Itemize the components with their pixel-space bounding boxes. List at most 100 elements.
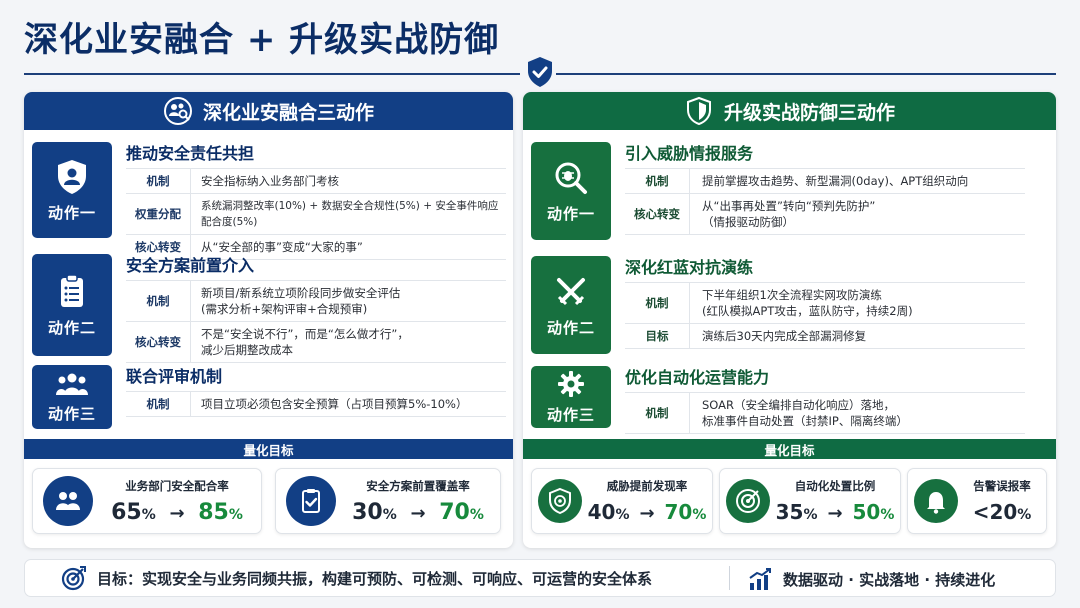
row-key: 核心转变 [135, 335, 181, 349]
metric-unit: % [692, 507, 707, 523]
metric-to: 50 [852, 500, 881, 524]
table-row: 机制 SOAR（安全编排自动化响应）落地， 标准事件自动处置（封禁IP、隔离终端… [625, 392, 1025, 434]
left-panel-title: 深化业安融合三动作 [202, 101, 374, 124]
arrow-right-icon: → [410, 502, 426, 524]
footer-goal: 目标：实现安全与业务同频共振，构建可预防、可检测、可响应、可运营的安全体系 [61, 565, 652, 591]
metric-unit: % [880, 507, 895, 523]
right-action-2-badge-label: 动作二 [546, 318, 595, 337]
row-key: 机制 [146, 294, 170, 308]
left-metrics-title: 量化目标 [24, 439, 513, 459]
page-title: 深化业安融合 + 升级实战防御 [24, 20, 500, 60]
table-row: 机制 下半年组织1次全流程实网攻防演练 (红队模拟APT攻击，蓝队防守，持续2周… [625, 282, 1025, 323]
table-row: 目标 演练后30天内完成全部漏洞修复 [625, 323, 1025, 349]
metric-from: 65 [111, 499, 142, 525]
metric-to: 85 [198, 499, 229, 525]
table-row: 核心转变 不是“安全说不行”，而是“怎么做才行”， 减少后期整改成本 [126, 321, 506, 363]
footer: 目标：实现安全与业务同频共振，构建可预防、可检测、可响应、可运营的安全体系 数据… [24, 559, 1056, 597]
table-row: 机制 项目立项必须包含安全预算（占项目预算5%-10%） [126, 391, 506, 417]
footer-motto: 数据驱动 · 实战落地 · 持续进化 [747, 560, 995, 598]
right-action-3: 动作三 优化自动化运营能力 机制 SOAR（安全编排自动化响应）落地， 标准事件… [531, 366, 1025, 434]
row-value: 新项目/新系统立项阶段同步做安全评估 (需求分析+架构评审+合规预审) [190, 281, 406, 321]
metric-unit: % [615, 507, 630, 523]
right-action-2-badge: 动作二 [531, 256, 611, 354]
metric-unit: % [228, 506, 243, 523]
right-action-1-body: 引入威胁情报服务 机制 提前掌握攻击趋势、新型漏洞(0day)、APT组织动向 … [625, 142, 1025, 240]
row-value: 安全指标纳入业务部门考核 [190, 169, 345, 193]
arrow-right-icon: → [827, 503, 843, 524]
metric-label: 业务部门安全配合率 [125, 478, 229, 493]
row-key: 机制 [146, 174, 170, 188]
row-value-line: 下半年组织1次全流程实网攻防演练 [702, 288, 882, 302]
left-metric-2: 安全方案前置覆盖率 30% → 70% [275, 468, 501, 534]
metric-text: 威胁提前发现率 40% → 70% [582, 478, 712, 524]
right-action-3-title: 优化自动化运营能力 [625, 368, 770, 387]
left-action-2-badge: 动作二 [32, 254, 112, 356]
metric-unit: % [803, 507, 818, 523]
left-action-3-body: 联合评审机制 机制 项目立项必须包含安全预算（占项目预算5%-10%） [126, 365, 506, 429]
metric-from: 30 [352, 499, 383, 525]
right-panel-header: 升级实战防御三动作 [523, 92, 1056, 130]
metric-text: 业务部门安全配合率 65% → 85% [93, 478, 261, 525]
target-icon [61, 566, 86, 591]
left-action-1: 动作一 推动安全责任共担 机制 安全指标纳入业务部门考核 权重分配 系统漏洞整改… [32, 142, 506, 260]
divider-right [556, 73, 1056, 75]
right-metric-3: 告警误报率 <20% [907, 468, 1047, 534]
divider-left [24, 73, 520, 75]
row-key: 机制 [146, 397, 170, 411]
metric-from: 40 [587, 500, 616, 524]
right-action-1-title: 引入威胁情报服务 [625, 144, 754, 163]
metric-value: <20 [972, 500, 1018, 524]
team-search-icon [163, 97, 192, 125]
arrow-right-icon: → [169, 502, 185, 524]
row-key: 机制 [645, 406, 669, 420]
table-row: 权重分配 系统漏洞整改率(10%) + 数据安全合规性(5%) + 安全事件响应… [126, 193, 506, 234]
row-value: SOAR（安全编排自动化响应）落地， 标准事件自动处置（封禁IP、隔离终端） [689, 393, 914, 433]
left-action-3: 动作三 联合评审机制 机制 项目立项必须包含安全预算（占项目预算5%-10%） [32, 365, 506, 429]
row-value: 从“出事再处置”转向“预判先防护” （情报驱动防御） [689, 194, 881, 234]
table-row: 机制 新项目/新系统立项阶段同步做安全评估 (需求分析+架构评审+合规预审) [126, 280, 506, 321]
shield-icon [686, 96, 711, 126]
footer-goal-text: 目标：实现安全与业务同频共振，构建可预防、可检测、可响应、可运营的安全体系 [97, 569, 653, 588]
group-icon [56, 373, 88, 395]
shield-check-icon [528, 57, 552, 87]
row-value: 提前掌握攻击趋势、新型漏洞(0day)、APT组织动向 [689, 169, 974, 193]
left-action-1-body: 推动安全责任共担 机制 安全指标纳入业务部门考核 权重分配 系统漏洞整改率(10… [126, 142, 506, 260]
right-action-1-badge: 动作一 [531, 142, 611, 240]
right-panel: 升级实战防御三动作 动作一 引入威胁情报服务 机制 提前掌握攻击趋势、新型漏洞(… [523, 92, 1056, 548]
shield-user-icon [58, 159, 86, 194]
metric-unit: % [141, 506, 156, 523]
left-action-2-badge-label: 动作二 [47, 318, 96, 337]
right-action-1: 动作一 引入威胁情报服务 机制 提前掌握攻击趋势、新型漏洞(0day)、APT组… [531, 142, 1025, 240]
arrow-right-icon: → [639, 503, 655, 524]
left-action-2-body: 安全方案前置介入 机制 新项目/新系统立项阶段同步做安全评估 (需求分析+架构评… [126, 254, 506, 363]
row-value-line: 标准事件自动处置（封禁IP、隔离终端） [702, 414, 908, 428]
left-panel-header: 深化业安融合三动作 [24, 92, 513, 130]
growth-chart-icon [749, 568, 771, 590]
row-value: 系统漏洞整改率(10%) + 数据安全合规性(5%) + 安全事件响应配合度(5… [190, 194, 506, 234]
row-value: 下半年组织1次全流程实网攻防演练 (红队模拟APT攻击，蓝队防守，持续2周) [689, 283, 919, 323]
row-value-line: (红队模拟APT攻击，蓝队防守，持续2周) [702, 304, 913, 318]
left-action-3-badge: 动作三 [32, 365, 112, 429]
row-value: 不是“安全说不行”，而是“怎么做才行”， 减少后期整改成本 [190, 322, 415, 362]
gear-icon [558, 370, 584, 397]
metric-to: 70 [439, 499, 470, 525]
left-action-3-title: 联合评审机制 [126, 367, 223, 386]
bug-search-icon [555, 162, 587, 194]
metric-to: 70 [664, 500, 693, 524]
row-value-line: 新项目/新系统立项阶段同步做安全评估 [201, 286, 401, 300]
metric-unit: % [382, 506, 397, 523]
row-key: 机制 [645, 296, 669, 310]
footer-divider [729, 566, 730, 590]
left-action-1-badge-label: 动作一 [47, 203, 96, 222]
left-action-1-title: 推动安全责任共担 [126, 144, 255, 163]
people-icon [43, 476, 93, 526]
row-value-line: 不是“安全说不行”，而是“怎么做才行”， [201, 327, 409, 341]
metric-label: 安全方案前置覆盖率 [366, 478, 470, 493]
right-action-2-body: 深化红蓝对抗演练 机制 下半年组织1次全流程实网攻防演练 (红队模拟APT攻击，… [625, 256, 1025, 354]
right-action-3-body: 优化自动化运营能力 机制 SOAR（安全编排自动化响应）落地， 标准事件自动处置… [625, 366, 1025, 434]
row-value-line: 从“出事再处置”转向“预判先防护” [702, 199, 876, 213]
metric-text: 告警误报率 <20% [958, 478, 1046, 524]
right-panel-title: 升级实战防御三动作 [723, 101, 895, 124]
right-action-3-badge-label: 动作三 [546, 405, 595, 424]
bell-icon [914, 479, 958, 523]
